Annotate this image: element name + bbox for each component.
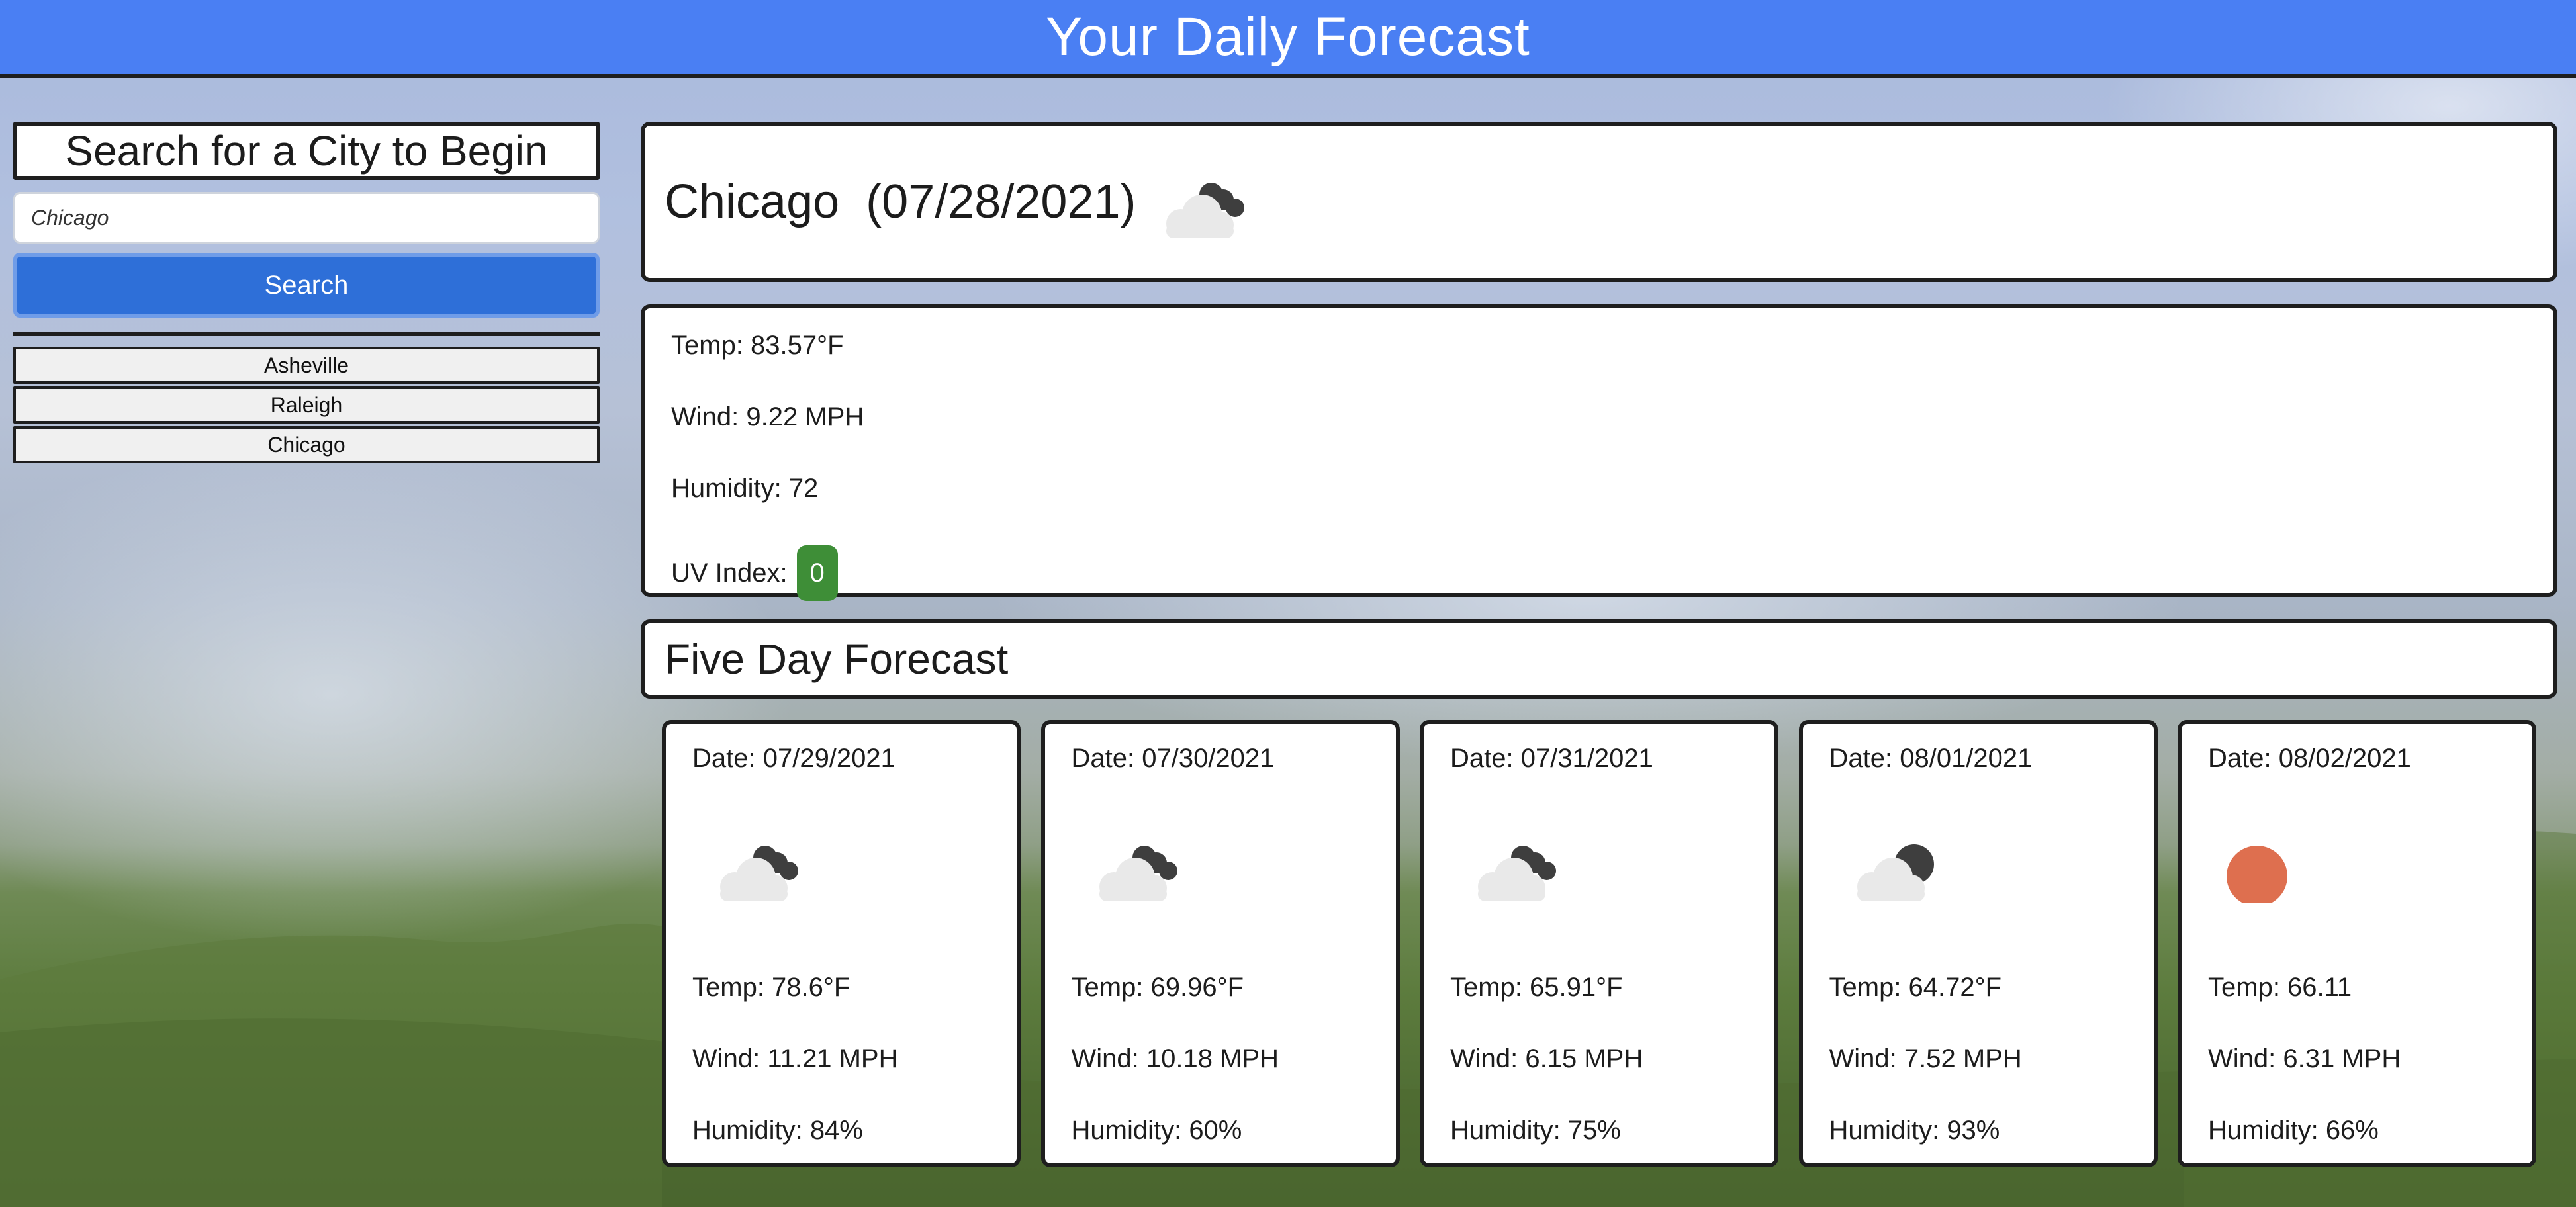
forecast-date: Date: 07/30/2021: [1071, 744, 1275, 773]
forecast-card: Date: 07/31/2021 Temp: 65.91°F Wind: 6.1…: [1420, 720, 1778, 1167]
cloudy-moon-icon: [1857, 844, 1934, 901]
current-humidity: Humidity: 72: [671, 474, 819, 503]
sidebar-divider: [13, 332, 600, 336]
uv-label: UV Index:: [671, 558, 788, 588]
forecast-date: Date: 08/02/2021: [2208, 744, 2411, 773]
forecast-cards: Date: 07/29/2021 Temp: 78.6°F Wind: 11.2…: [662, 720, 2536, 1167]
forecast-date: Date: 07/29/2021: [692, 744, 896, 773]
forecast-card: Date: 07/29/2021 Temp: 78.6°F Wind: 11.2…: [662, 720, 1021, 1167]
current-uv-row: UV Index: 0: [671, 545, 2527, 601]
history-item-chicago[interactable]: Chicago: [13, 426, 600, 463]
city-search-input[interactable]: [13, 192, 600, 244]
five-day-header: Five Day Forecast: [641, 619, 2557, 699]
search-history: Asheville Raleigh Chicago: [13, 347, 600, 463]
forecast-temp: Temp: 69.96°F: [1071, 973, 1244, 1002]
forecast-wind: Wind: 6.15 MPH: [1450, 1044, 1643, 1073]
clear-sun-icon: [2227, 846, 2287, 903]
forecast-wind: Wind: 10.18 MPH: [1071, 1044, 1279, 1073]
app-title: Your Daily Forecast: [1046, 7, 1530, 67]
history-item-raleigh[interactable]: Raleigh: [13, 386, 600, 424]
forecast-humidity: Humidity: 75%: [1450, 1116, 1621, 1145]
search-heading: Search for a City to Begin: [13, 122, 600, 180]
forecast-wind: Wind: 6.31 MPH: [2208, 1044, 2401, 1073]
forecast-temp: Temp: 78.6°F: [692, 973, 851, 1002]
forecast-humidity: Humidity: 66%: [2208, 1116, 2379, 1145]
forecast-wind: Wind: 11.21 MPH: [692, 1044, 898, 1073]
partly-cloudy-night-icon: [1099, 846, 1177, 901]
forecast-date: Date: 07/31/2021: [1450, 744, 1653, 773]
search-sidebar: Search for a City to Begin Search Ashevi…: [13, 122, 600, 466]
forecast-temp: Temp: 66.11: [2208, 973, 2352, 1002]
forecast-wind: Wind: 7.52 MPH: [1829, 1044, 2022, 1073]
search-button[interactable]: Search: [13, 253, 600, 318]
current-weather-header: Chicago (07/28/2021): [641, 122, 2557, 282]
uv-index-badge: 0: [796, 545, 838, 601]
current-wind: Wind: 9.22 MPH: [671, 402, 864, 431]
app-header: Your Daily Forecast: [0, 0, 2576, 78]
forecast-humidity: Humidity: 60%: [1071, 1116, 1242, 1145]
forecast-humidity: Humidity: 84%: [692, 1116, 863, 1145]
five-day-title: Five Day Forecast: [665, 635, 1009, 683]
forecast-date: Date: 08/01/2021: [1829, 744, 2033, 773]
forecast-card: Date: 07/30/2021 Temp: 69.96°F Wind: 10.…: [1040, 720, 1400, 1167]
forecast-temp: Temp: 65.91°F: [1450, 973, 1623, 1002]
current-temp: Temp: 83.57°F: [671, 331, 844, 360]
current-city-date: Chicago (07/28/2021): [665, 175, 1136, 228]
partly-cloudy-night-icon: [720, 846, 798, 901]
forecast-humidity: Humidity: 93%: [1829, 1116, 2000, 1145]
forecast-card: Date: 08/01/2021 Temp: 64.72°F Wind: 7.5…: [1798, 720, 2158, 1167]
current-weather-details: Temp: 83.57°F Wind: 9.22 MPH Humidity: 7…: [641, 304, 2557, 601]
forecast-temp: Temp: 64.72°F: [1829, 973, 2002, 1002]
forecast-card: Date: 08/02/2021 Temp: 66.11 Wind: 6.31 …: [2178, 720, 2536, 1167]
history-item-asheville[interactable]: Asheville: [13, 347, 600, 384]
partly-cloudy-night-icon: [1478, 846, 1556, 901]
partly-cloudy-night-icon: [1166, 183, 1245, 238]
